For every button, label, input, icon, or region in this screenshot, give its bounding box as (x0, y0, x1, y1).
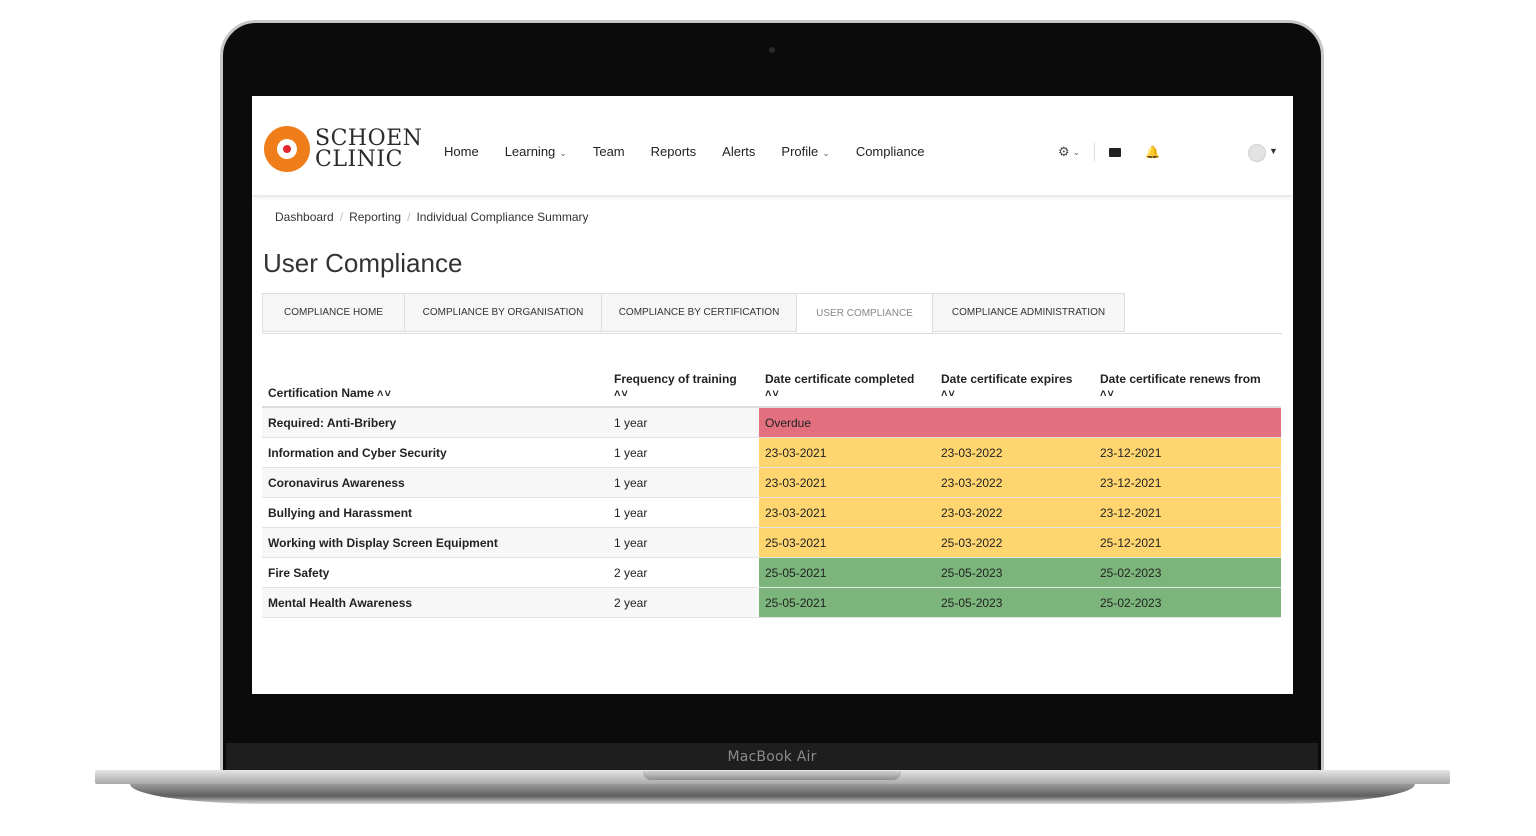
table-row: Mental Health Awareness 2 year 25-05-2021 2… (262, 587, 1281, 618)
tab-bar: COMPLIANCE HOME COMPLIANCE BY ORGANISATI… (262, 293, 1282, 334)
column-header-renews[interactable]: Date certificate renews from ˄˅ (1094, 358, 1281, 408)
breadcrumb: Dashboard / Reporting / Individual Compl… (275, 210, 589, 224)
cell-frequency: 1 year (608, 497, 759, 528)
nav-item-alerts[interactable]: Alerts (722, 144, 755, 159)
cell-frequency: 2 year (608, 587, 759, 618)
cell-certification-name: Coronavirus Awareness (262, 467, 608, 498)
cell-date-completed: 25-05-2021 (759, 587, 935, 618)
breadcrumb-reporting[interactable]: Reporting (349, 210, 401, 224)
chevron-down-icon: ⌄ (1072, 146, 1081, 157)
cell-certification-name: Required: Anti-Bribery (262, 407, 608, 438)
gear-icon[interactable]: ⚙ ⌄ (1058, 144, 1080, 160)
tab-compliance-home[interactable]: COMPLIANCE HOME (262, 293, 405, 332)
chevron-down-icon: ⌄ (559, 148, 567, 158)
cell-date-expires: 23-03-2022 (935, 437, 1094, 468)
cell-date-completed: Overdue (759, 407, 935, 438)
cell-date-renews: 23-12-2021 (1094, 467, 1281, 498)
cell-certification-name: Working with Display Screen Equipment (262, 527, 608, 558)
tab-compliance-by-certification[interactable]: COMPLIANCE BY CERTIFICATION (601, 293, 797, 332)
table-header-row: Certification Name ˄˅ Frequency of traini… (262, 358, 1281, 408)
mail-icon[interactable] (1109, 147, 1122, 157)
laptop-notch (643, 771, 901, 780)
sort-icon[interactable]: ˄˅ (1100, 388, 1275, 400)
cell-frequency: 1 year (608, 467, 759, 498)
sort-icon[interactable]: ˄˅ (377, 388, 392, 400)
cell-date-renews: 23-12-2021 (1094, 497, 1281, 528)
table-row: Working with Display Screen Equipment 1 y… (262, 527, 1281, 558)
cell-date-expires: 23-03-2022 (935, 467, 1094, 498)
tab-compliance-administration[interactable]: COMPLIANCE ADMINISTRATION (932, 293, 1125, 332)
logo-text: SCHOEN CLINIC (315, 126, 423, 172)
compliance-table: Certification Name ˄˅ Frequency of traini… (262, 358, 1281, 618)
screen: SCHOEN CLINIC Home Learning ⌄ Team Report… (252, 96, 1293, 694)
cell-date-completed: 25-05-2021 (759, 557, 935, 588)
navbar: SCHOEN CLINIC Home Learning ⌄ Team Report… (252, 96, 1293, 195)
cell-certification-name: Bullying and Harassment (262, 497, 608, 528)
table-row: Coronavirus Awareness 1 year 23-03-2021 23-… (262, 467, 1281, 498)
nav-right: ⚙ ⌄ 🔔 (1058, 143, 1160, 161)
nav-item-reports[interactable]: Reports (651, 144, 697, 159)
column-header-frequency[interactable]: Frequency of training ˄˅ (608, 358, 759, 408)
bell-icon[interactable]: 🔔 (1145, 145, 1160, 159)
cell-frequency: 1 year (608, 437, 759, 468)
cell-frequency: 2 year (608, 557, 759, 588)
column-header-completed[interactable]: Date certificate completed ˄˅ (759, 358, 935, 408)
tab-user-compliance[interactable]: USER COMPLIANCE (796, 293, 933, 333)
cell-date-completed: 23-03-2021 (759, 497, 935, 528)
tab-compliance-by-organisation[interactable]: COMPLIANCE BY ORGANISATION (404, 293, 602, 332)
nav-item-home[interactable]: Home (444, 144, 479, 159)
cell-date-renews: 25-02-2023 (1094, 557, 1281, 588)
breadcrumb-current: Individual Compliance Summary (416, 210, 589, 224)
cell-date-renews: 25-02-2023 (1094, 587, 1281, 618)
device-label: MacBook Air (727, 749, 817, 765)
column-header-certification-name[interactable]: Certification Name ˄˅ (262, 358, 608, 408)
sort-icon[interactable]: ˄˅ (765, 388, 929, 400)
table-body: Required: Anti-Bribery 1 year Overdue Infor… (262, 407, 1281, 618)
nav-item-learning[interactable]: Learning ⌄ (505, 144, 567, 159)
cell-date-completed: 25-03-2021 (759, 527, 935, 558)
avatar[interactable] (1248, 144, 1266, 162)
cell-date-expires: 25-05-2023 (935, 587, 1094, 618)
table-row: Fire Safety 2 year 25-05-2021 25-05-2023 25-… (262, 557, 1281, 588)
cell-date-expires: 25-05-2023 (935, 557, 1094, 588)
cell-date-expires (935, 407, 1094, 438)
divider (1094, 143, 1096, 161)
cell-date-renews: 25-12-2021 (1094, 527, 1281, 558)
laptop-base-bottom (130, 784, 1415, 804)
nav-item-compliance[interactable]: Compliance (856, 144, 925, 159)
sort-icon[interactable]: ˄˅ (614, 388, 753, 400)
cell-certification-name: Mental Health Awareness (262, 587, 608, 618)
breadcrumb-dashboard[interactable]: Dashboard (275, 210, 334, 224)
logo[interactable]: SCHOEN CLINIC (264, 126, 422, 174)
cell-frequency: 1 year (608, 527, 759, 558)
page-title: User Compliance (263, 248, 463, 278)
camera (769, 47, 775, 53)
nav-item-profile[interactable]: Profile ⌄ (781, 144, 829, 159)
laptop-chin: MacBook Air (226, 743, 1318, 773)
cell-frequency: 1 year (608, 407, 759, 438)
cell-certification-name: Fire Safety (262, 557, 608, 588)
chevron-down-icon: ⌄ (822, 148, 830, 158)
cell-date-completed: 23-03-2021 (759, 437, 935, 468)
cell-date-renews: 23-12-2021 (1094, 437, 1281, 468)
cell-date-completed: 23-03-2021 (759, 467, 935, 498)
table-row: Required: Anti-Bribery 1 year Overdue (262, 407, 1281, 438)
cell-date-expires: 25-03-2022 (935, 527, 1094, 558)
column-header-expires[interactable]: Date certificate expires ˄˅ (935, 358, 1094, 408)
cell-date-expires: 23-03-2022 (935, 497, 1094, 528)
cell-date-renews (1094, 407, 1281, 438)
sort-icon[interactable]: ˄˅ (941, 388, 1088, 400)
cell-certification-name: Information and Cyber Security (262, 437, 608, 468)
table-row: Bullying and Harassment 1 year 23-03-2021 2… (262, 497, 1281, 528)
table-row: Information and Cyber Security 1 year 23-0… (262, 437, 1281, 468)
caret-down-icon[interactable]: ▼ (1269, 146, 1278, 156)
main-nav: Home Learning ⌄ Team Reports Alerts Profi… (444, 144, 950, 159)
nav-item-team[interactable]: Team (593, 144, 625, 159)
